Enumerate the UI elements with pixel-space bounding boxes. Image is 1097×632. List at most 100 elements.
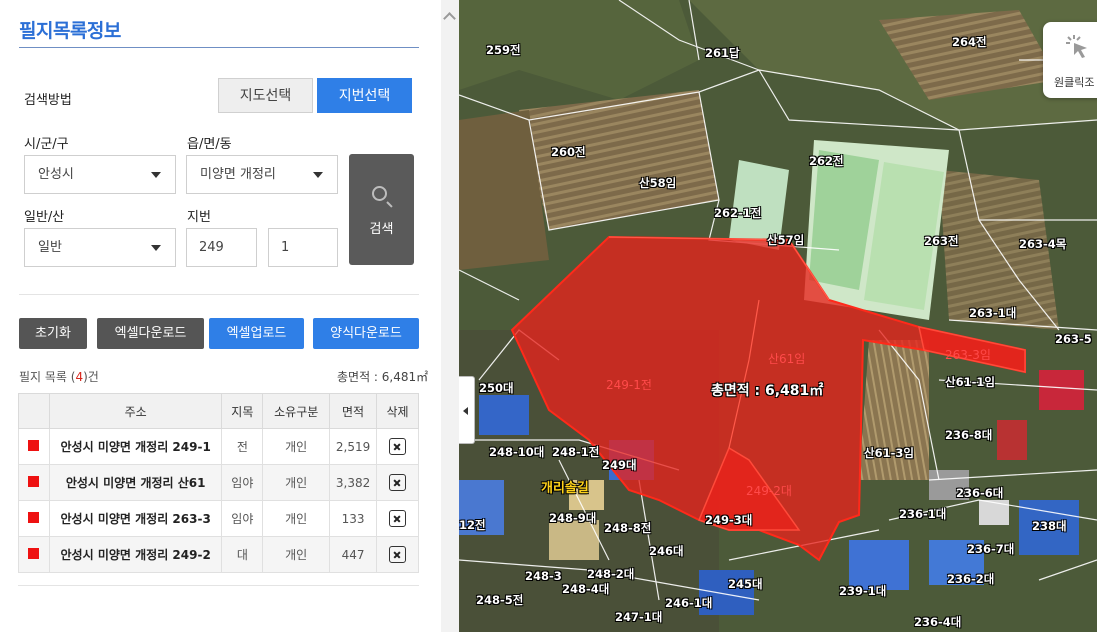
parcel-label: 236-6대 bbox=[956, 486, 1004, 500]
parcel-label: 12전 bbox=[459, 518, 486, 532]
search-method-label: 검색방법 bbox=[24, 93, 72, 108]
parcel-category: 대 bbox=[221, 536, 264, 573]
table-row[interactable]: 안성시 미양면 개정리 249-1 전 개인 2,519 bbox=[18, 428, 419, 465]
parcel-table: 주소 지목 소유구분 면적 삭제 안성시 미양면 개정리 249-1 전 개인 … bbox=[18, 393, 419, 573]
total-area: 총면적 : 6,481㎡ bbox=[337, 370, 429, 384]
selected-parcel-label: 263-3임 bbox=[945, 348, 991, 362]
parcel-color-swatch bbox=[18, 536, 50, 573]
parcel-ownership: 개인 bbox=[262, 464, 331, 501]
search-button[interactable]: 검색 bbox=[349, 154, 414, 265]
parcel-label: 산58임 bbox=[639, 176, 677, 190]
search-icon bbox=[372, 186, 387, 201]
type-select[interactable]: 일반 bbox=[24, 228, 176, 267]
parcel-area: 3,382 bbox=[329, 464, 378, 501]
color-column-header bbox=[18, 393, 50, 429]
parcel-label: 249대 bbox=[602, 458, 637, 472]
parcel-ownership: 개인 bbox=[262, 536, 331, 573]
parcel-address: 안성시 미양면 개정리 249-2 bbox=[48, 536, 223, 573]
parcel-label: 248-3 bbox=[525, 569, 562, 583]
parcel-label: 261답 bbox=[705, 46, 740, 60]
city-label: 시/군/구 bbox=[24, 137, 69, 152]
map-select-button[interactable]: 지도선택 bbox=[218, 78, 313, 113]
road-name-label: 개리솔길 bbox=[541, 481, 589, 496]
template-download-button[interactable]: 양식다운로드 bbox=[313, 318, 419, 349]
table-row[interactable]: 안성시 미양면 개정리 263-3 임야 개인 133 bbox=[18, 500, 419, 537]
parcel-area: 133 bbox=[329, 500, 378, 537]
collapse-panel-toggle[interactable] bbox=[459, 376, 475, 444]
lot-main-input[interactable]: 249 bbox=[186, 228, 257, 267]
parcel-address: 안성시 미양면 개정리 263-3 bbox=[48, 500, 223, 537]
panel-scrollbar[interactable] bbox=[441, 0, 459, 632]
table-row[interactable]: 안성시 미양면 개정리 산61 임야 개인 3,382 bbox=[18, 464, 419, 501]
town-select-value: 미양면 개정리 bbox=[200, 167, 276, 182]
delete-button[interactable] bbox=[376, 428, 419, 465]
delete-button[interactable] bbox=[376, 464, 419, 501]
lot-sub-input[interactable]: 1 bbox=[268, 228, 338, 267]
parcel-area: 2,519 bbox=[329, 428, 378, 465]
parcel-label: 263-1대 bbox=[969, 306, 1017, 320]
parcel-label: 246-1대 bbox=[665, 596, 713, 610]
lot-select-button[interactable]: 지번선택 bbox=[317, 78, 412, 113]
parcel-ownership: 개인 bbox=[262, 428, 331, 465]
selected-parcel-label: 249-2대 bbox=[746, 484, 792, 498]
close-icon[interactable] bbox=[389, 546, 407, 563]
parcel-label: 236-4대 bbox=[914, 615, 962, 629]
excel-upload-button[interactable]: 엑셀업로드 bbox=[209, 318, 304, 349]
parcel-label: 262-1전 bbox=[714, 206, 762, 220]
ownership-column-header: 소유구분 bbox=[262, 393, 331, 429]
parcel-label: 245대 bbox=[728, 577, 763, 591]
parcel-color-swatch bbox=[18, 428, 50, 465]
parcel-category: 전 bbox=[221, 428, 264, 465]
excel-download-button[interactable]: 엑셀다운로드 bbox=[97, 318, 204, 349]
parcel-label: 247-1대 bbox=[615, 610, 663, 624]
parcel-label: 248-2대 bbox=[587, 567, 635, 581]
parcel-category: 임야 bbox=[221, 464, 264, 501]
close-icon[interactable] bbox=[389, 474, 407, 491]
chevron-down-icon bbox=[313, 172, 323, 178]
parcel-category: 임야 bbox=[221, 500, 264, 537]
parcel-list-panel: 필지목록정보 검색방법 지도선택 지번선택 시/군/구 읍/면/동 안성시 미양… bbox=[0, 0, 441, 632]
parcel-label: 236-8대 bbox=[945, 428, 993, 442]
parcel-label: 236-2대 bbox=[947, 572, 995, 586]
parcel-label: 259전 bbox=[486, 43, 521, 57]
one-click-button[interactable]: 원클릭조 bbox=[1043, 22, 1097, 98]
parcel-label: 264전 bbox=[952, 35, 987, 49]
parcel-area: 447 bbox=[329, 536, 378, 573]
parcel-label: 238대 bbox=[1032, 519, 1067, 533]
section-divider bbox=[19, 294, 419, 295]
table-header-row: 주소 지목 소유구분 면적 삭제 bbox=[18, 393, 419, 429]
category-column-header: 지목 bbox=[221, 393, 264, 429]
parcel-label: 239-1대 bbox=[839, 584, 887, 598]
table-bottom-divider bbox=[18, 585, 419, 586]
parcel-label: 248-5전 bbox=[476, 593, 524, 607]
one-click-label: 원클릭조 bbox=[1054, 76, 1095, 89]
town-select[interactable]: 미양면 개정리 bbox=[186, 155, 338, 194]
title-divider bbox=[19, 47, 419, 48]
map-view[interactable]: 259전 261답 264전 260전 262전 산58임 262-1전 산57임 263전 26… bbox=[459, 0, 1097, 632]
chevron-down-icon bbox=[151, 245, 161, 251]
parcel-label: 260전 bbox=[551, 145, 586, 159]
cursor-click-icon bbox=[1066, 35, 1087, 58]
delete-column-header: 삭제 bbox=[376, 393, 419, 429]
type-select-value: 일반 bbox=[38, 240, 62, 255]
parcel-label: 248-10대 bbox=[489, 445, 545, 459]
parcel-label: 248-4대 bbox=[562, 582, 610, 596]
parcel-label: 236-1대 bbox=[899, 507, 947, 521]
delete-button[interactable] bbox=[376, 500, 419, 537]
lot-label: 지번 bbox=[187, 210, 211, 225]
selected-parcel-label: 산61임 bbox=[768, 352, 806, 366]
city-select[interactable]: 안성시 bbox=[24, 155, 176, 194]
parcel-label: 236-7대 bbox=[967, 542, 1015, 556]
parcel-label: 산61-1임 bbox=[945, 375, 995, 389]
parcel-ownership: 개인 bbox=[262, 500, 331, 537]
parcel-label: 248-9대 bbox=[549, 511, 597, 525]
chevron-up-icon[interactable] bbox=[443, 12, 456, 25]
close-icon[interactable] bbox=[389, 510, 407, 527]
parcel-label: 산61-3임 bbox=[864, 446, 914, 460]
close-icon[interactable] bbox=[389, 438, 407, 455]
chevron-down-icon bbox=[151, 172, 161, 178]
reset-button[interactable]: 초기화 bbox=[19, 318, 87, 349]
delete-button[interactable] bbox=[376, 536, 419, 573]
table-row[interactable]: 안성시 미양면 개정리 249-2 대 개인 447 bbox=[18, 536, 419, 573]
parcel-label: 250대 bbox=[479, 381, 514, 395]
